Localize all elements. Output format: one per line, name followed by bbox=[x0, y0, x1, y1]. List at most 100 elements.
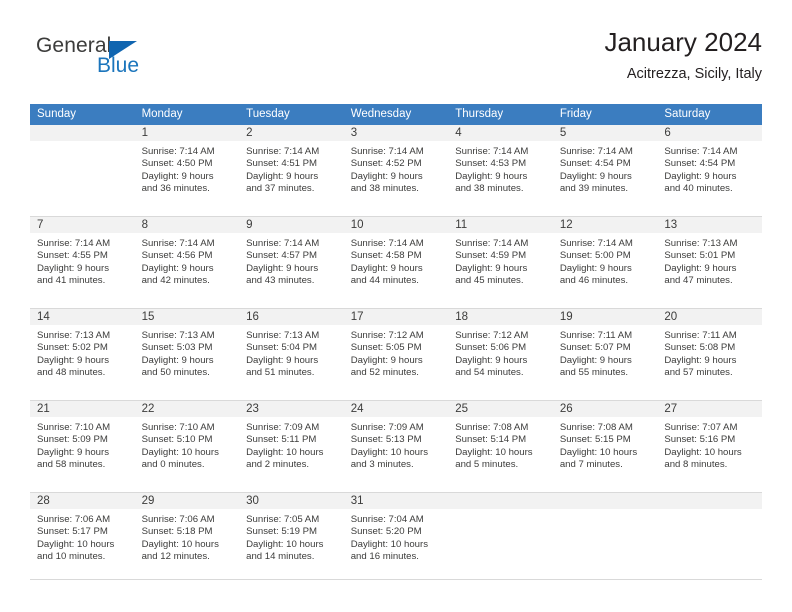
calendar-day-cell[interactable]: 28 Sunrise: 7:06 AM Sunset: 5:17 PM Dayligh… bbox=[30, 492, 135, 580]
day-cell-inner: 1 Sunrise: 7:14 AM Sunset: 4:50 PM Daylight… bbox=[134, 125, 240, 216]
day-detail-line: Sunset: 4:58 PM bbox=[350, 250, 422, 262]
calendar-day-cell[interactable]: 5 Sunrise: 7:14 AM Sunset: 4:54 PM Daylight… bbox=[552, 125, 658, 217]
day-details bbox=[553, 509, 658, 514]
day-number: 2 bbox=[239, 125, 344, 141]
day-detail-line: Sunrise: 7:14 AM bbox=[141, 238, 215, 249]
calendar-grid: Sunday Monday Tuesday Wednesday Thursday Frid… bbox=[30, 104, 762, 580]
day-detail-line: Daylight: 10 hours bbox=[37, 538, 115, 550]
day-detail-line: and 40 minutes. bbox=[664, 183, 733, 195]
calendar-day-cell[interactable]: 23 Sunrise: 7:09 AM Sunset: 5:11 PM Dayligh… bbox=[239, 400, 344, 493]
calendar-day-cell[interactable]: 15 Sunrise: 7:13 AM Sunset: 5:03 PM Dayligh… bbox=[134, 308, 240, 401]
calendar-day-cell[interactable]: 22 Sunrise: 7:10 AM Sunset: 5:10 PM Dayligh… bbox=[134, 400, 240, 493]
day-detail-line: and 57 minutes. bbox=[664, 367, 733, 379]
day-number bbox=[657, 493, 762, 509]
calendar-day-cell[interactable]: 16 Sunrise: 7:13 AM Sunset: 5:04 PM Dayligh… bbox=[239, 308, 344, 401]
day-detail-line: and 45 minutes. bbox=[455, 275, 524, 287]
day-number: 17 bbox=[343, 309, 449, 325]
day-cell-inner: 18 Sunrise: 7:12 AM Sunset: 5:06 PM Dayligh… bbox=[448, 309, 553, 400]
day-detail-line: Sunrise: 7:08 AM bbox=[455, 422, 529, 433]
day-detail-line: and 54 minutes. bbox=[455, 367, 524, 379]
day-cell-inner: 11 Sunrise: 7:14 AM Sunset: 4:59 PM Dayligh… bbox=[448, 217, 553, 308]
day-detail-line: Sunrise: 7:10 AM bbox=[141, 422, 215, 433]
day-detail-line: Daylight: 9 hours bbox=[455, 262, 528, 274]
calendar-day-cell[interactable]: 25 Sunrise: 7:08 AM Sunset: 5:14 PM Dayligh… bbox=[448, 400, 553, 493]
general-blue-logo[interactable]: General Blue bbox=[36, 34, 236, 90]
day-detail-line: and 8 minutes. bbox=[664, 459, 728, 471]
calendar-day-cell[interactable]: 6 Sunrise: 7:14 AM Sunset: 4:54 PM Daylight… bbox=[657, 125, 762, 217]
day-detail-line: Sunset: 5:06 PM bbox=[455, 342, 527, 354]
day-detail-line: Sunset: 5:10 PM bbox=[141, 434, 213, 446]
calendar-day-cell[interactable]: 29 Sunrise: 7:06 AM Sunset: 5:18 PM Dayligh… bbox=[134, 492, 240, 580]
day-number bbox=[30, 125, 135, 141]
day-number: 31 bbox=[343, 493, 449, 509]
calendar-day-cell[interactable]: 18 Sunrise: 7:12 AM Sunset: 5:06 PM Dayligh… bbox=[448, 308, 553, 401]
calendar-day-cell[interactable]: 11 Sunrise: 7:14 AM Sunset: 4:59 PM Dayligh… bbox=[448, 216, 553, 309]
day-detail-line: Daylight: 10 hours bbox=[141, 538, 219, 550]
day-details: Sunrise: 7:14 AM Sunset: 4:53 PM Daylight:… bbox=[448, 141, 553, 196]
day-detail-line: Sunrise: 7:14 AM bbox=[559, 238, 633, 249]
calendar-day-cell[interactable]: 7 Sunrise: 7:14 AM Sunset: 4:55 PM Daylight… bbox=[30, 216, 135, 309]
weekday-header-tuesday: Tuesday bbox=[239, 104, 344, 125]
day-detail-line: Sunrise: 7:14 AM bbox=[559, 146, 633, 157]
day-number: 4 bbox=[448, 125, 553, 141]
calendar-day-cell[interactable]: 8 Sunrise: 7:14 AM Sunset: 4:56 PM Daylight… bbox=[134, 216, 240, 309]
day-detail-line: Sunrise: 7:12 AM bbox=[455, 330, 529, 341]
day-detail-line: Sunrise: 7:10 AM bbox=[37, 422, 111, 433]
calendar-day-cell[interactable]: 26 Sunrise: 7:08 AM Sunset: 5:15 PM Dayligh… bbox=[552, 400, 658, 493]
day-detail-line: and 41 minutes. bbox=[37, 275, 106, 287]
calendar-day-cell[interactable]: 17 Sunrise: 7:12 AM Sunset: 5:05 PM Dayligh… bbox=[343, 308, 449, 401]
day-detail-line: Sunrise: 7:13 AM bbox=[664, 238, 738, 249]
day-cell-inner: 29 Sunrise: 7:06 AM Sunset: 5:18 PM Dayligh… bbox=[134, 493, 240, 579]
day-detail-line: Sunset: 5:05 PM bbox=[350, 342, 422, 354]
day-detail-line: Sunset: 5:01 PM bbox=[664, 250, 736, 262]
day-number: 23 bbox=[239, 401, 344, 417]
calendar-day-cell[interactable]: 19 Sunrise: 7:11 AM Sunset: 5:07 PM Dayligh… bbox=[552, 308, 658, 401]
day-details: Sunrise: 7:13 AM Sunset: 5:03 PM Daylight:… bbox=[135, 325, 240, 380]
day-number: 11 bbox=[448, 217, 553, 233]
day-detail-line: Daylight: 9 hours bbox=[455, 354, 528, 366]
day-detail-line: Sunset: 5:15 PM bbox=[559, 434, 631, 446]
calendar-day-cell[interactable]: 1 Sunrise: 7:14 AM Sunset: 4:50 PM Daylight… bbox=[134, 125, 240, 217]
day-details: Sunrise: 7:05 AM Sunset: 5:19 PM Daylight:… bbox=[239, 509, 344, 564]
day-details: Sunrise: 7:09 AM Sunset: 5:13 PM Daylight:… bbox=[344, 417, 449, 472]
calendar-day-cell[interactable]: 27 Sunrise: 7:07 AM Sunset: 5:16 PM Dayligh… bbox=[657, 400, 762, 493]
day-detail-line: Sunrise: 7:13 AM bbox=[246, 330, 320, 341]
day-number: 21 bbox=[30, 401, 135, 417]
day-detail-line: Sunset: 5:04 PM bbox=[246, 342, 318, 354]
calendar-day-cell[interactable]: 10 Sunrise: 7:14 AM Sunset: 4:58 PM Dayligh… bbox=[343, 216, 449, 309]
day-details: Sunrise: 7:13 AM Sunset: 5:04 PM Daylight:… bbox=[239, 325, 344, 380]
day-detail-line: Daylight: 9 hours bbox=[141, 170, 214, 182]
calendar-day-cell[interactable]: 13 Sunrise: 7:13 AM Sunset: 5:01 PM Dayligh… bbox=[657, 216, 762, 309]
calendar-day-cell[interactable]: 9 Sunrise: 7:14 AM Sunset: 4:57 PM Daylight… bbox=[239, 216, 344, 309]
day-detail-line: Sunrise: 7:08 AM bbox=[559, 422, 633, 433]
calendar-day-cell[interactable]: 14 Sunrise: 7:13 AM Sunset: 5:02 PM Dayligh… bbox=[30, 308, 135, 401]
day-details: Sunrise: 7:14 AM Sunset: 4:58 PM Daylight:… bbox=[344, 233, 449, 288]
calendar-day-cell[interactable]: 4 Sunrise: 7:14 AM Sunset: 4:53 PM Daylight… bbox=[448, 125, 553, 217]
calendar-day-cell[interactable]: 21 Sunrise: 7:10 AM Sunset: 5:09 PM Dayligh… bbox=[30, 400, 135, 493]
calendar-day-cell[interactable]: 12 Sunrise: 7:14 AM Sunset: 5:00 PM Dayligh… bbox=[552, 216, 658, 309]
day-detail-line: Daylight: 10 hours bbox=[246, 538, 324, 550]
day-detail-line: and 14 minutes. bbox=[246, 551, 315, 563]
day-detail-line: Daylight: 10 hours bbox=[664, 446, 742, 458]
calendar-day-cell[interactable]: 20 Sunrise: 7:11 AM Sunset: 5:08 PM Dayligh… bbox=[657, 308, 762, 401]
calendar-day-cell[interactable]: 31 Sunrise: 7:04 AM Sunset: 5:20 PM Dayligh… bbox=[343, 492, 449, 580]
day-details: Sunrise: 7:14 AM Sunset: 4:54 PM Daylight:… bbox=[553, 141, 658, 196]
day-detail-line: and 55 minutes. bbox=[559, 367, 629, 379]
calendar-day-cell[interactable]: 30 Sunrise: 7:05 AM Sunset: 5:19 PM Dayligh… bbox=[239, 492, 344, 580]
day-cell-inner: 31 Sunrise: 7:04 AM Sunset: 5:20 PM Dayligh… bbox=[343, 493, 449, 579]
day-cell-inner: 4 Sunrise: 7:14 AM Sunset: 4:53 PM Daylight… bbox=[448, 125, 553, 216]
calendar-day-cell[interactable]: 2 Sunrise: 7:14 AM Sunset: 4:51 PM Daylight… bbox=[239, 125, 344, 217]
day-detail-line: and 16 minutes. bbox=[350, 551, 419, 563]
day-details: Sunrise: 7:14 AM Sunset: 4:56 PM Daylight:… bbox=[135, 233, 240, 288]
day-cell-inner: 24 Sunrise: 7:09 AM Sunset: 5:13 PM Dayligh… bbox=[343, 401, 449, 492]
weekday-header-sunday: Sunday bbox=[30, 104, 135, 125]
day-detail-line: Daylight: 10 hours bbox=[559, 446, 638, 458]
day-cell-inner: 10 Sunrise: 7:14 AM Sunset: 4:58 PM Dayligh… bbox=[343, 217, 449, 308]
day-details: Sunrise: 7:08 AM Sunset: 5:15 PM Daylight:… bbox=[553, 417, 658, 472]
calendar-body: 1 Sunrise: 7:14 AM Sunset: 4:50 PM Daylight… bbox=[30, 125, 762, 580]
calendar-day-cell[interactable]: 3 Sunrise: 7:14 AM Sunset: 4:52 PM Daylight… bbox=[343, 125, 449, 217]
day-detail-line: and 58 minutes. bbox=[37, 459, 106, 471]
day-number: 8 bbox=[134, 217, 240, 233]
day-detail-line: Sunset: 5:00 PM bbox=[559, 250, 631, 262]
calendar-day-cell[interactable]: 24 Sunrise: 7:09 AM Sunset: 5:13 PM Dayligh… bbox=[343, 400, 449, 493]
